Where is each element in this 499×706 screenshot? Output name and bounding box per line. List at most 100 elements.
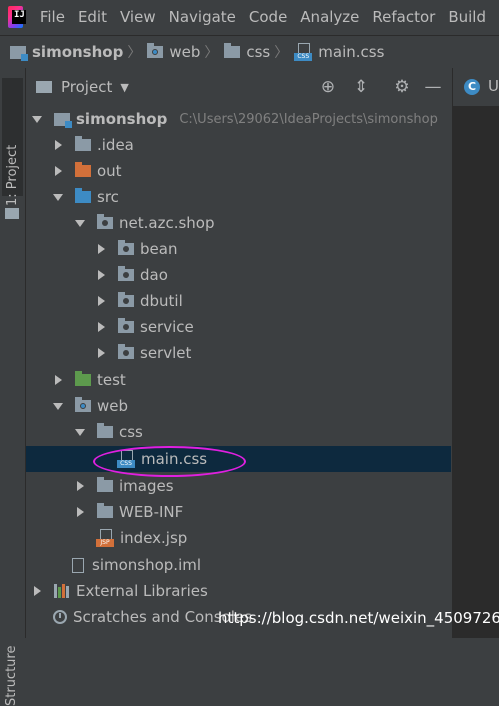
breadcrumb-item-main-css[interactable]: CSS main.css [294,43,384,61]
tree-item-label: simonshop.iml [92,556,202,574]
tree-item-src[interactable]: src [26,184,451,210]
class-icon: C [464,79,480,95]
project-tool-tab-label: 1: Project [5,144,20,206]
tree-item-out[interactable]: out [26,158,451,184]
folder-icon [224,43,241,58]
tree-item-idea[interactable]: .idea [26,132,451,158]
tree-item-label: images [119,477,174,495]
tree-item-dbutil[interactable]: dbutil [26,288,451,314]
module-icon [10,45,28,61]
minimize-icon[interactable]: — [423,77,443,97]
folder-icon [75,136,91,151]
package-icon [118,318,134,333]
left-tool-strip: 1: Project Structure [0,68,26,706]
iml-file-icon [72,557,84,573]
tree-item-iml[interactable]: simonshop.iml [26,552,451,578]
tree-item-label: src [97,188,119,206]
tree-item-label: test [97,371,126,389]
web-folder-icon [147,43,164,58]
structure-tool-tab[interactable]: Structure [4,646,19,706]
tree-item-web[interactable]: web [26,393,451,419]
tree-item-images[interactable]: images [26,473,451,499]
menu-bar: IJ File Edit View Navigate Code Analyze … [0,0,499,34]
expand-arrow-icon[interactable] [53,193,63,201]
menu-refactor[interactable]: Refactor [372,8,435,26]
menu-navigate[interactable]: Navigate [169,8,236,26]
crosshair-icon[interactable]: ⊕ [318,77,338,97]
tree-item-label: main.css [141,450,208,468]
css-file-icon: CSS [117,450,135,468]
intellij-logo-icon: IJ [8,6,26,28]
menu-build[interactable]: Build [448,8,486,26]
css-file-icon: CSS [294,43,313,61]
breadcrumb-item-css[interactable]: css [224,43,270,61]
source-folder-icon [75,188,91,203]
collapse-arrow-icon[interactable] [98,244,105,254]
collapse-arrow-icon[interactable] [98,322,105,332]
gear-icon[interactable]: ⚙ [392,77,412,97]
tree-item-bean[interactable]: bean [26,236,451,262]
tree-item-package[interactable]: net.azc.shop [26,210,451,236]
menu-edit[interactable]: Edit [78,8,107,26]
tree-item-label: out [97,162,122,180]
editor-tab-label: U [488,77,499,95]
tree-item-index-jsp[interactable]: JSP index.jsp [26,525,451,551]
folder-icon [5,208,19,219]
collapse-arrow-icon[interactable] [34,586,41,596]
tree-item-label: css [119,423,143,441]
tree-item-test[interactable]: test [26,367,451,393]
tree-item-label: dao [140,266,168,284]
collapse-arrow-icon[interactable] [77,481,84,491]
project-view-selector[interactable]: Project [61,78,112,96]
expand-arrow-icon[interactable] [75,428,85,436]
project-tool-tab[interactable]: 1: Project [2,78,23,206]
tree-item-label: dbutil [140,292,183,310]
expand-arrow-icon[interactable] [32,115,42,123]
watermark-text: https://blog.csdn.net/weixin_45097269 [218,609,499,627]
folder-icon [97,503,113,518]
collapse-arrow-icon[interactable] [55,140,62,150]
folder-icon [36,81,52,93]
tree-item-label: bean [140,240,178,258]
chevron-down-icon[interactable]: ▼ [120,81,128,94]
tree-item-css[interactable]: css [26,419,451,445]
menu-code[interactable]: Code [249,8,287,26]
menu-analyze[interactable]: Analyze [300,8,359,26]
project-path: C:\Users\29062\IdeaProjects\simonshop [179,111,438,127]
collapse-arrow-icon[interactable] [98,348,105,358]
breadcrumb-item-web[interactable]: web [147,43,200,61]
tree-item-dao[interactable]: dao [26,262,451,288]
collapse-arrow-icon[interactable] [55,166,62,176]
collapse-arrow-icon[interactable] [77,507,84,517]
tree-item-web-inf[interactable]: WEB-INF [26,499,451,525]
menu-file[interactable]: File [40,8,65,26]
editor-tab[interactable]: C U [452,68,499,106]
tree-item-label: net.azc.shop [119,214,215,232]
expand-arrow-icon[interactable] [53,402,63,410]
collapse-arrow-icon[interactable] [55,375,62,385]
menu-view[interactable]: View [120,8,156,26]
chevron-right-icon: 〉 [127,45,142,61]
excluded-folder-icon [75,162,91,177]
project-tree: simonshop C:\Users\29062\IdeaProjects\si… [26,106,451,638]
package-icon [118,292,134,307]
collapse-arrow-icon[interactable] [98,296,105,306]
package-icon [118,240,134,255]
tree-item-main-css[interactable]: CSS main.css [26,446,451,472]
expand-arrow-icon[interactable] [75,219,85,227]
tree-item-external-libraries[interactable]: External Libraries [26,578,451,604]
package-icon [118,266,134,281]
module-icon [54,112,72,128]
collapse-all-icon[interactable]: ⇕ [351,77,371,97]
breadcrumb-item-project[interactable]: simonshop [10,43,123,61]
editor-area[interactable] [452,106,499,638]
tree-item-service[interactable]: service [26,314,451,340]
folder-icon [97,423,113,438]
breadcrumb-label: web [169,43,201,61]
collapse-arrow-icon[interactable] [98,270,105,280]
test-folder-icon [75,371,91,386]
tree-item-servlet[interactable]: servlet [26,340,451,366]
breadcrumb-label: css [246,43,271,61]
tree-item-root[interactable]: simonshop C:\Users\29062\IdeaProjects\si… [26,106,451,132]
chevron-right-icon: 〉 [274,45,289,61]
